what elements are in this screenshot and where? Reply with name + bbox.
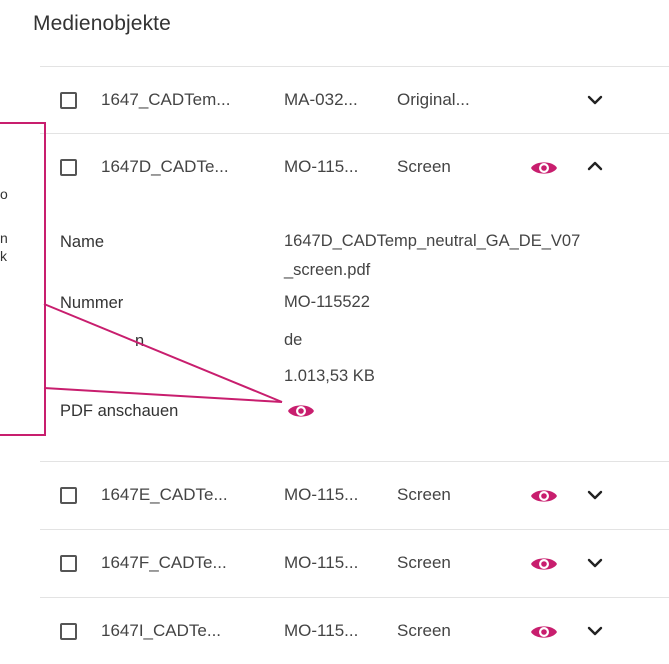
media-number: MO-115...: [284, 157, 359, 176]
table-row[interactable]: 1647E_CADTe... MO-115... Screen: [40, 462, 669, 528]
callout-text-fragment: o: [0, 186, 8, 202]
eye-icon[interactable]: [287, 402, 315, 420]
chevron-up-icon[interactable]: [585, 159, 605, 173]
detail-value-name: 1647D_CADTemp_neutral_GA_DE_V07 _screen.…: [284, 232, 581, 279]
annotation-callout-box: [0, 122, 46, 436]
table-row[interactable]: 1647_CADTem... MA-032... Original...: [40, 67, 669, 133]
media-number: MA-032...: [284, 90, 358, 109]
file-name: 1647_CADTem...: [101, 90, 231, 109]
media-number: MO-115...: [284, 553, 359, 572]
eye-icon[interactable]: [530, 159, 558, 177]
file-name: 1647F_CADTe...: [101, 553, 227, 572]
row-checkbox[interactable]: [60, 92, 77, 109]
media-type: Screen: [397, 157, 451, 176]
callout-text-fragment: n: [0, 230, 8, 246]
row-checkbox[interactable]: [60, 159, 77, 176]
page-title: Medienobjekte: [33, 12, 171, 35]
eye-icon[interactable]: [530, 487, 558, 505]
media-type: Screen: [397, 621, 451, 640]
media-objects-list: 1647_CADTem... MA-032... Original... 164…: [40, 66, 669, 662]
detail-value-number: MO-115522: [284, 293, 370, 311]
table-row[interactable]: 1647F_CADTe... MO-115... Screen: [40, 530, 669, 596]
detail-label-language: n: [135, 332, 145, 350]
callout-text-fragment: k: [0, 248, 7, 264]
chevron-down-icon[interactable]: [585, 625, 605, 639]
detail-value-size: 1.013,53 KB: [284, 367, 375, 385]
detail-value-language: de: [284, 331, 303, 349]
eye-icon[interactable]: [530, 555, 558, 573]
media-type: Screen: [397, 485, 451, 504]
row-checkbox[interactable]: [60, 555, 77, 572]
chevron-down-icon[interactable]: [585, 94, 605, 108]
detail-label-pdf: PDF anschauen: [60, 402, 179, 420]
media-number: MO-115...: [284, 621, 359, 640]
file-name: 1647E_CADTe...: [101, 485, 228, 504]
media-type: Screen: [397, 553, 451, 572]
detail-label-number: Nummer: [60, 294, 124, 312]
eye-icon[interactable]: [530, 623, 558, 641]
row-checkbox[interactable]: [60, 487, 77, 504]
chevron-down-icon[interactable]: [585, 557, 605, 571]
table-row[interactable]: 1647D_CADTe... MO-115... Screen: [40, 134, 669, 200]
table-row[interactable]: 1647I_CADTe... MO-115... Screen: [40, 598, 669, 664]
media-type: Original...: [397, 90, 470, 109]
row-checkbox[interactable]: [60, 623, 77, 640]
media-number: MO-115...: [284, 485, 359, 504]
detail-label-name: Name: [60, 233, 105, 251]
file-name: 1647I_CADTe...: [101, 621, 222, 640]
chevron-down-icon[interactable]: [585, 489, 605, 503]
file-name: 1647D_CADTe...: [101, 157, 229, 176]
